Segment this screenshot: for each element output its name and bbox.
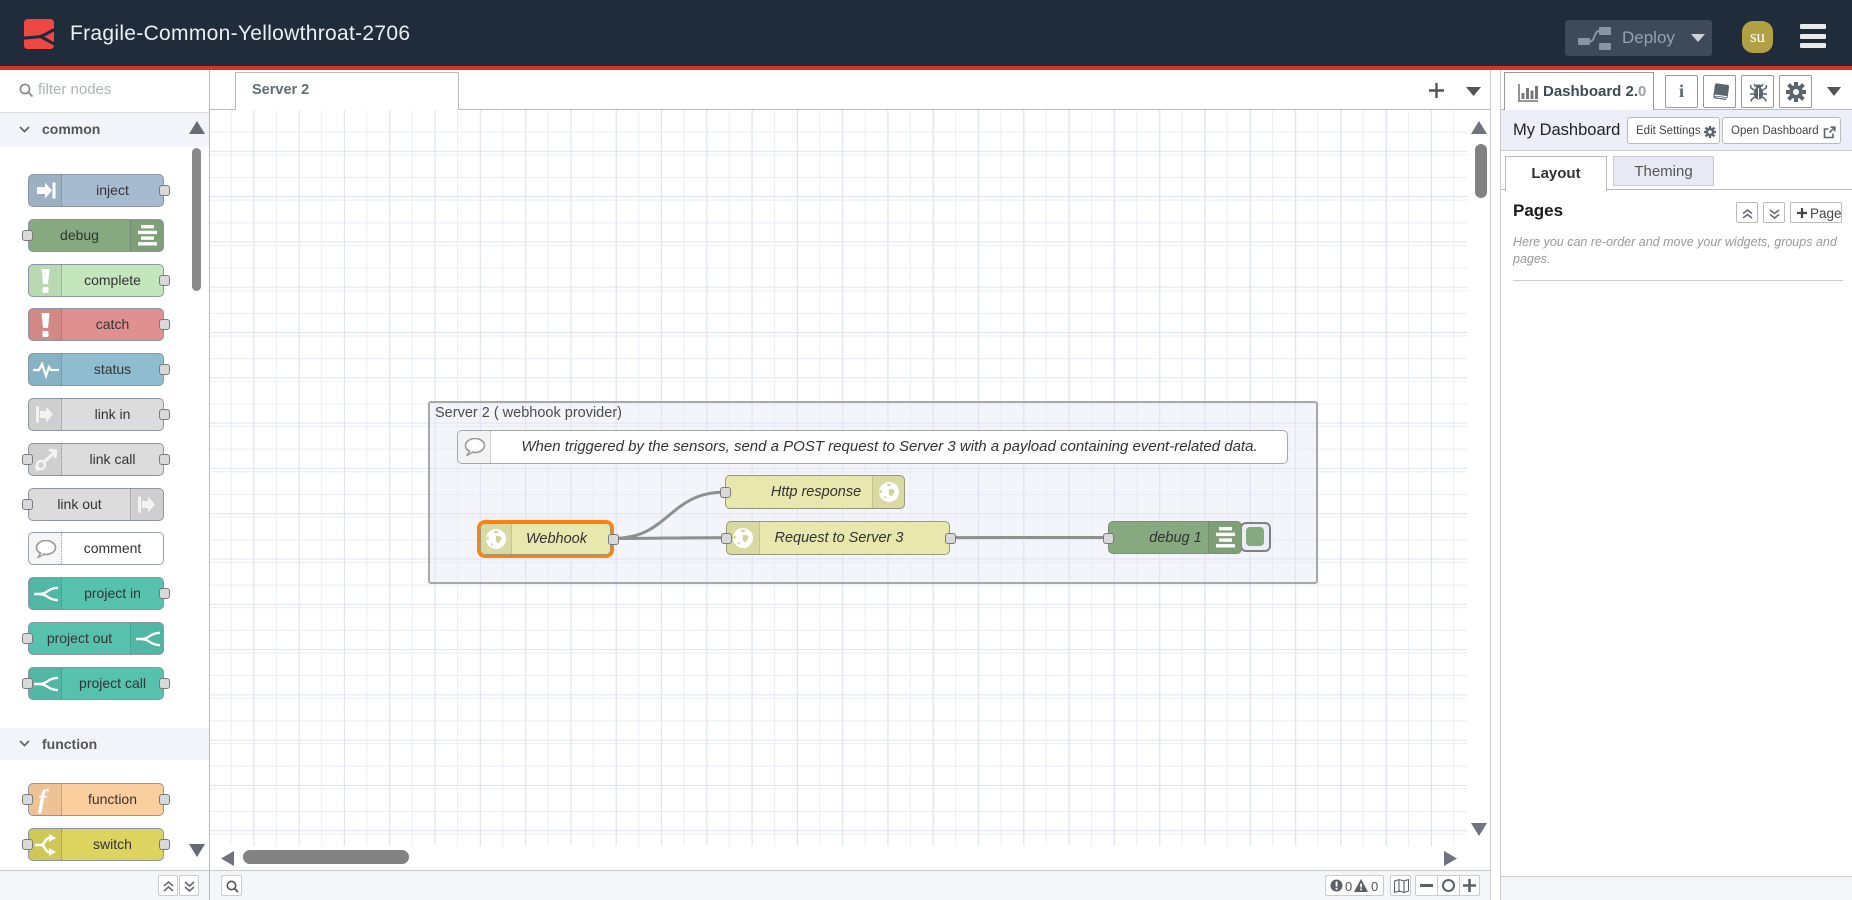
svg-text:Server 2 ( webhook provider): Server 2 ( webhook provider) bbox=[435, 405, 622, 421]
